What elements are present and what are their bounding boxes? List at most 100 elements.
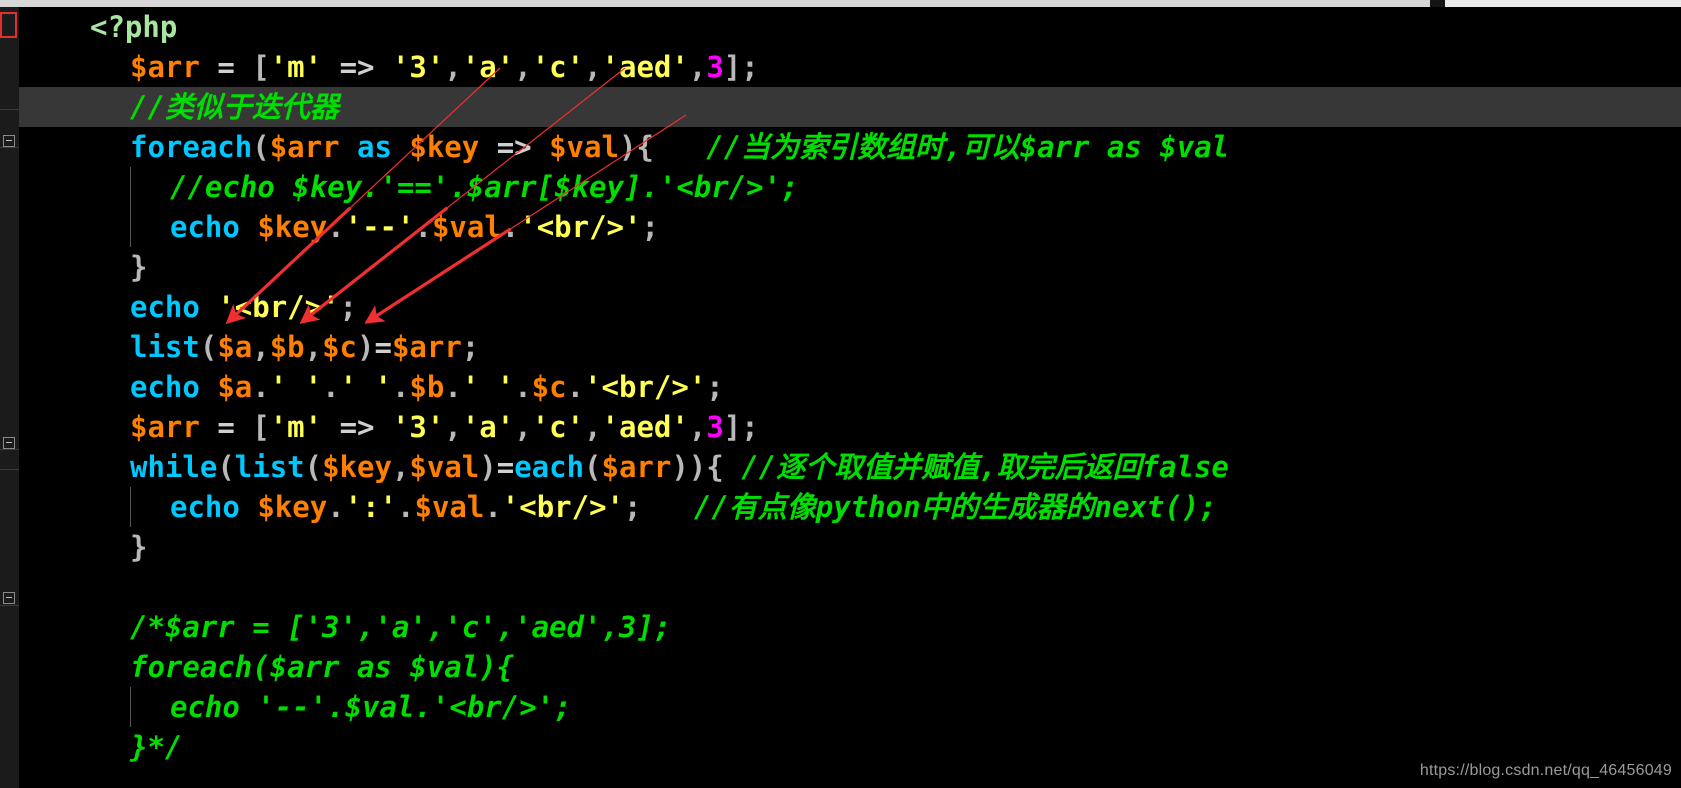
- code-line[interactable]: list($a,$b,$c)=$arr;: [19, 327, 1681, 367]
- token-punc: (: [304, 450, 323, 484]
- token-str: '--': [344, 210, 415, 244]
- code-content[interactable]: <?php $arr = ['m' => '3','a','c','aed',3]…: [0, 7, 1681, 788]
- token-var: $arr: [130, 410, 200, 444]
- token-punc: (: [199, 330, 218, 364]
- code-fold-toggle[interactable]: [3, 592, 15, 604]
- token-var: $val: [414, 490, 485, 524]
- token-punc: ,: [584, 410, 602, 444]
- code-line[interactable]: echo $a.' '.' '.$b.' '.$c.'<br/>';: [19, 367, 1681, 407]
- scrollbar-track[interactable]: [1445, 0, 1681, 7]
- token-var: $c: [531, 370, 567, 404]
- token-punc: ,: [304, 330, 323, 364]
- editor-gutter[interactable]: [0, 7, 19, 788]
- token-str: 'a': [461, 410, 515, 444]
- code-line[interactable]: }: [19, 527, 1681, 567]
- code-line-text: }: [19, 530, 147, 564]
- code-line[interactable]: }*/: [19, 727, 1681, 767]
- token-cmt: foreach($arr as $val){: [130, 650, 515, 684]
- token-op: =: [217, 410, 235, 444]
- code-line-text: echo '<br/>';: [19, 290, 357, 324]
- code-fold-toggle[interactable]: [3, 135, 15, 147]
- token-punc: ,: [391, 450, 410, 484]
- code-line[interactable]: echo $key.'--'.$val.'<br/>';: [19, 207, 1681, 247]
- token-op: =>: [339, 410, 375, 444]
- token-cmt: echo '--'.$val.'<br/>';: [170, 690, 572, 724]
- code-line-text: echo $a.' '.' '.$b.' '.$c.'<br/>';: [19, 370, 724, 404]
- token-punc: (: [217, 450, 235, 484]
- token-punc: ,: [584, 50, 602, 84]
- token-punc: .: [391, 370, 410, 404]
- token-var: $arr: [601, 450, 672, 484]
- code-line-text: echo $key.'--'.$val.'<br/>';: [19, 210, 659, 244]
- code-line-text: <?php: [19, 10, 177, 44]
- code-line[interactable]: $arr = ['m' => '3','a','c','aed',3];: [19, 407, 1681, 447]
- token-punc: (: [252, 130, 270, 164]
- token-tag: <?php: [90, 10, 178, 44]
- code-line[interactable]: /*$arr = ['3','a','c','aed',3];: [19, 607, 1681, 647]
- token-punc: .: [414, 210, 432, 244]
- token-punc: .: [514, 370, 532, 404]
- token-punc: ;: [339, 290, 357, 324]
- code-line[interactable]: $arr = ['m' => '3','a','c','aed',3];: [19, 47, 1681, 87]
- token-kw: while: [130, 450, 218, 484]
- token-punc: .: [444, 370, 462, 404]
- token-str: ' ': [461, 370, 515, 404]
- code-line[interactable]: //echo $key.'=='.$arr[$key].'<br/>';: [19, 167, 1681, 207]
- code-line[interactable]: //类似于迭代器: [0, 87, 1681, 127]
- token-punc: .: [566, 370, 585, 404]
- code-line[interactable]: echo '<br/>';: [19, 287, 1681, 327]
- token-var: $a: [217, 370, 253, 404]
- token-num: 3: [706, 50, 724, 84]
- token-var: $c: [322, 330, 358, 364]
- token-punc: ;: [641, 210, 659, 244]
- token-var: $b: [409, 370, 445, 404]
- horizontal-scrollbar[interactable]: [0, 0, 1681, 7]
- code-line[interactable]: while(list($key,$val)=each($arr)){ //逐个取…: [19, 447, 1681, 487]
- code-line-text: $arr = ['m' => '3','a','c','aed',3];: [19, 410, 759, 444]
- token-var: $b: [269, 330, 305, 364]
- token-cmt: /*$arr = ['3','a','c','aed',3];: [130, 610, 672, 644]
- code-line[interactable]: foreach($arr as $key => $val){ //当为索引数组时…: [19, 127, 1681, 167]
- token-punc: ,: [444, 410, 462, 444]
- token-var: $arr: [130, 50, 200, 84]
- token-var: $a: [217, 330, 253, 364]
- code-line[interactable]: echo '--'.$val.'<br/>';: [19, 687, 1681, 727]
- token-var: $arr: [391, 330, 462, 364]
- token-op: =>: [496, 130, 532, 164]
- code-line-text: echo $key.':'.$val.'<br/>'; //有点像python中…: [19, 490, 1217, 524]
- token-str: '<br/>': [217, 290, 340, 324]
- code-line-text: $arr = ['m' => '3','a','c','aed',3];: [19, 50, 759, 84]
- code-line[interactable]: }: [19, 247, 1681, 287]
- token-punc: ,: [688, 50, 707, 84]
- token-punc: }: [130, 530, 148, 564]
- token-var: $val: [549, 130, 619, 164]
- token-str: '<br/>': [519, 210, 642, 244]
- token-punc: ,: [252, 330, 270, 364]
- code-line-text: while(list($key,$val)=each($arr)){ //逐个取…: [19, 450, 1229, 484]
- code-line-text: //类似于迭代器: [19, 90, 339, 124]
- token-punc: .: [501, 210, 520, 244]
- token-punc: ,: [444, 50, 462, 84]
- scrollbar-thumb[interactable]: [0, 0, 1430, 7]
- token-punc: ;: [461, 330, 480, 364]
- code-line[interactable]: <?php: [19, 7, 1681, 47]
- token-var: $key: [322, 450, 392, 484]
- code-line[interactable]: [19, 567, 1681, 607]
- watermark-url: https://blog.csdn.net/qq_46456049: [1419, 762, 1672, 779]
- token-punc: ): [357, 330, 375, 364]
- token-str: '3': [391, 410, 445, 444]
- code-line[interactable]: foreach($arr as $val){: [19, 647, 1681, 687]
- token-str: '<br/>': [501, 490, 625, 524]
- code-line-text: echo '--'.$val.'<br/>';: [19, 690, 572, 724]
- token-cmt: //逐个取值并赋值,取完后返回false: [741, 450, 1229, 484]
- code-fold-toggle[interactable]: [3, 437, 15, 449]
- code-line[interactable]: echo $key.':'.$val.'<br/>'; //有点像python中…: [19, 487, 1681, 527]
